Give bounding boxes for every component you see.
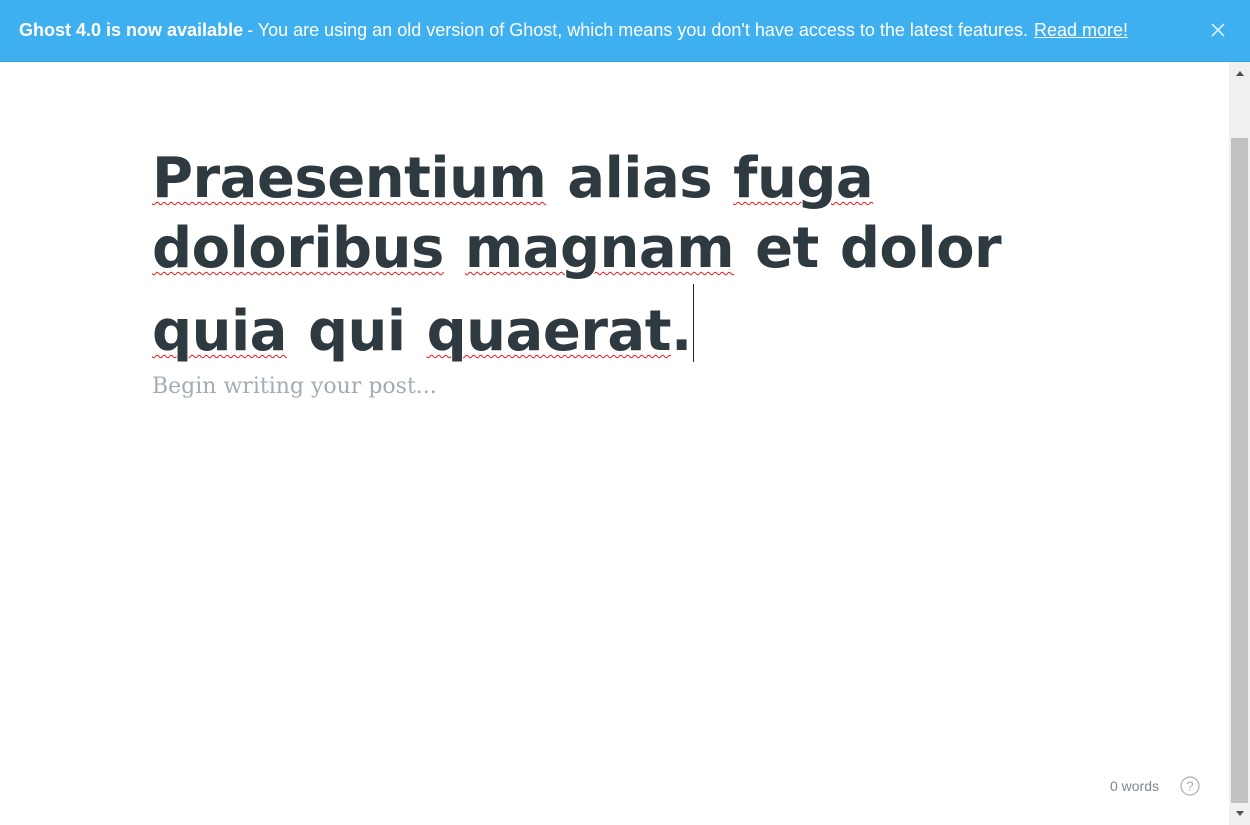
update-banner: Ghost 4.0 is now available - You are usi… bbox=[0, 0, 1250, 62]
help-circle-icon[interactable]: ? bbox=[1180, 776, 1200, 796]
title-word: quaerat bbox=[426, 299, 672, 364]
scrollbar-thumb[interactable] bbox=[1231, 138, 1248, 803]
read-more-link[interactable]: Read more! bbox=[1034, 20, 1128, 41]
title-word: et bbox=[755, 216, 819, 281]
title-word: magnam bbox=[464, 216, 735, 281]
arrow-up-icon[interactable] bbox=[1229, 64, 1250, 84]
title-word: fuga bbox=[733, 146, 874, 211]
post-title[interactable]: Praesentium alias fuga doloribus magnam … bbox=[152, 144, 1072, 367]
title-word: quia bbox=[152, 299, 287, 364]
title-word: Praesentium bbox=[152, 146, 547, 211]
word-count: 0 words bbox=[1109, 778, 1159, 794]
post-editor: Praesentium alias fuga doloribus magnam … bbox=[0, 62, 1229, 825]
banner-message: - You are using an old version of Ghost,… bbox=[247, 20, 1028, 40]
arrow-down-icon[interactable] bbox=[1229, 803, 1250, 823]
svg-text:?: ? bbox=[1186, 779, 1193, 794]
title-word: alias bbox=[567, 146, 713, 211]
vertical-scrollbar[interactable] bbox=[1229, 62, 1250, 825]
banner-headline: Ghost 4.0 is now available bbox=[19, 20, 244, 40]
title-word: dolor bbox=[839, 216, 1002, 281]
title-word: doloribus bbox=[152, 216, 444, 281]
title-word: qui bbox=[307, 299, 406, 364]
text-cursor bbox=[692, 284, 694, 362]
title-word: . bbox=[671, 299, 692, 364]
post-body-placeholder[interactable]: Begin writing your post... bbox=[152, 374, 437, 399]
close-icon[interactable] bbox=[1208, 20, 1228, 40]
